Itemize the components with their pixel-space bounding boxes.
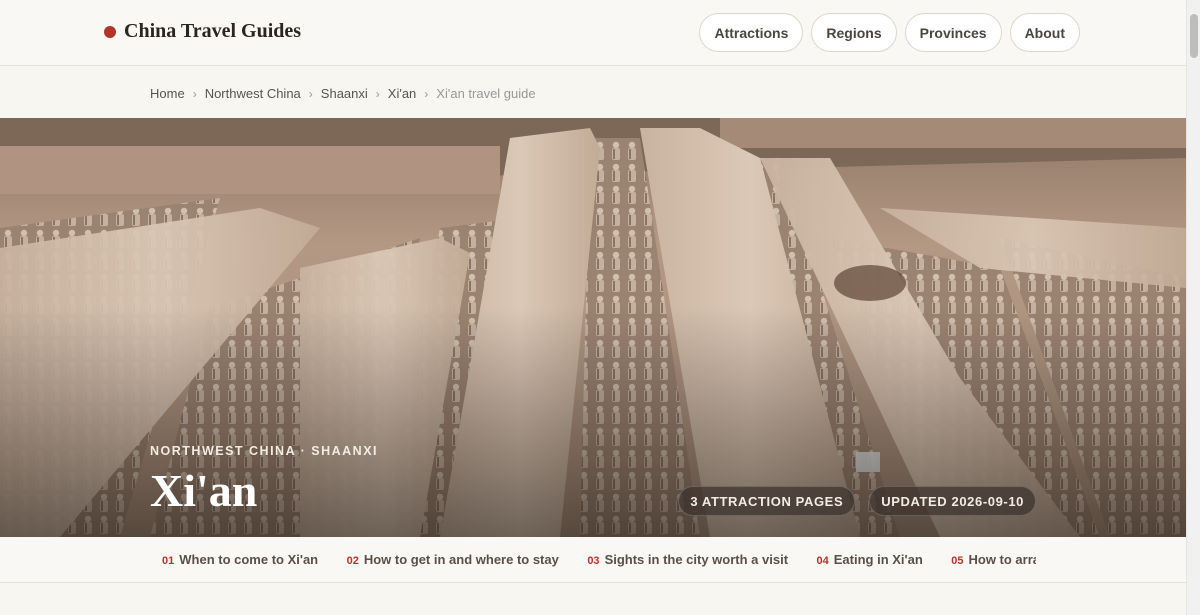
page-scrollbar[interactable] <box>1186 0 1200 615</box>
section-label: How to get in and where to stay <box>363 552 559 567</box>
section-link[interactable]: 04 Eating in Xi'an <box>817 552 923 567</box>
hero-kicker: NORTHWEST CHINA · SHAANXI <box>150 444 379 458</box>
section-number: 02 <box>346 555 359 567</box>
section-nav: 01 When to come to Xi'an 02 How to get in … <box>0 537 1186 583</box>
section-label: Sights in the city worth a visit <box>604 552 789 567</box>
chevron-right-icon: › <box>375 86 380 101</box>
hero-badges: 3 ATTRACTION PAGES UPDATED 2026-09-10 <box>678 486 1036 516</box>
brand-name: China Travel Guides <box>124 20 302 42</box>
section-number: 05 <box>951 555 964 567</box>
breadcrumb: Home › Northwest China › Shaanxi › Xi'an… <box>150 86 536 101</box>
breadcrumb-city-link[interactable]: Xi'an <box>388 86 417 101</box>
brand-logo-link[interactable]: China Travel Guides <box>104 20 301 43</box>
updated-date-badge: UPDATED 2026-09-10 <box>869 486 1036 516</box>
section-link[interactable]: 01 When to come to Xi'an <box>162 552 318 567</box>
section-number: 03 <box>587 555 600 567</box>
page-title: Xi'an <box>150 465 258 516</box>
main-nav: Attractions Regions Provinces About <box>699 13 1080 52</box>
section-nav-scroller[interactable]: 01 When to come to Xi'an 02 How to get in … <box>162 551 1036 571</box>
site-header: China Travel Guides Attractions Regions … <box>0 0 1186 66</box>
chevron-right-icon: › <box>308 86 313 101</box>
section-number: 01 <box>162 555 175 567</box>
section-label: Eating in Xi'an <box>833 552 923 567</box>
hero-banner: NORTHWEST CHINA · SHAANXI Xi'an 3 ATTRAC… <box>0 118 1186 537</box>
section-number: 04 <box>816 555 829 567</box>
breadcrumb-home-link[interactable]: Home <box>150 86 185 101</box>
attraction-count-badge: 3 ATTRACTION PAGES <box>678 486 856 516</box>
chevron-right-icon: › <box>192 86 197 101</box>
breadcrumb-current: Xi'an travel guide <box>436 86 536 101</box>
chevron-right-icon: › <box>424 86 429 101</box>
breadcrumb-region-link[interactable]: Northwest China <box>205 86 301 101</box>
section-link[interactable]: 02 How to get in and where to stay <box>347 552 559 567</box>
section-label: When to come to Xi'an <box>179 552 319 567</box>
breadcrumb-province-link[interactable]: Shaanxi <box>321 86 368 101</box>
section-link[interactable]: 03 Sights in the city worth a visit <box>587 552 788 567</box>
section-link[interactable]: 05 How to arrange <box>951 552 1036 567</box>
section-label: How to arrange <box>968 552 1037 567</box>
brand-dot-icon <box>104 25 116 38</box>
nav-regions-button[interactable]: Regions <box>811 13 897 52</box>
nav-about-button[interactable]: About <box>1009 13 1080 52</box>
nav-attractions-button[interactable]: Attractions <box>699 13 804 52</box>
scrollbar-thumb[interactable] <box>1190 14 1198 58</box>
nav-provinces-button[interactable]: Provinces <box>904 13 1002 52</box>
